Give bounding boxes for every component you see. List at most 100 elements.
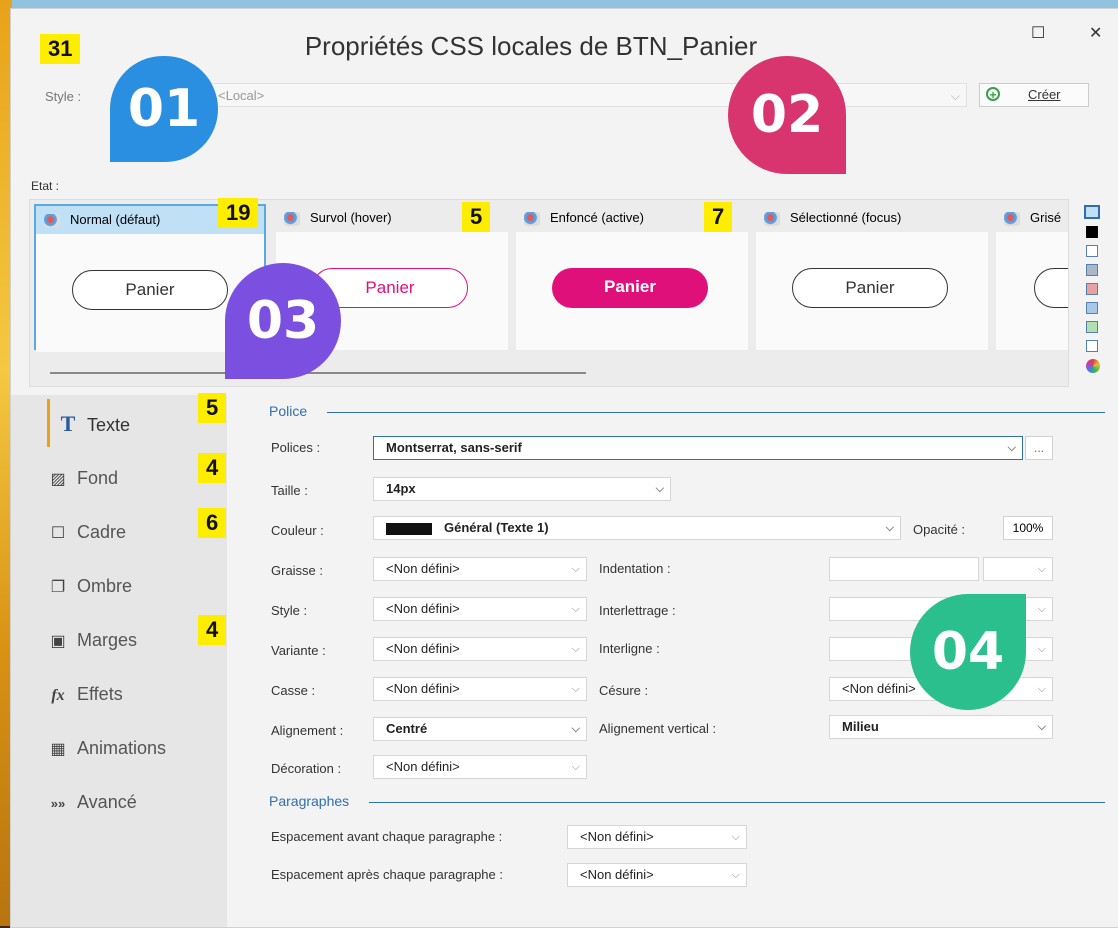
create-button-label: Créer <box>1028 87 1061 102</box>
cesure-label: Césure : <box>599 683 649 698</box>
font-more-button[interactable]: ... <box>1025 436 1053 460</box>
swatch-grey-icon[interactable] <box>1086 264 1098 276</box>
sidebar-item-effets[interactable]: fx Effets <box>47 679 123 709</box>
style-label: Style : <box>45 89 82 104</box>
style-font-label: Style : <box>271 603 308 618</box>
alignment-select[interactable]: Centré ⌵ <box>373 717 587 741</box>
sidebar-item-ombre[interactable]: ❐ Ombre <box>47 571 132 601</box>
sidebar-item-label: Avancé <box>77 792 137 812</box>
opacity-input[interactable]: 100% <box>1003 516 1053 540</box>
divider <box>369 802 1105 803</box>
spacing-after-label: Espacement après chaque paragraphe : <box>271 867 503 882</box>
annotation-badge-6: 6 <box>198 508 227 538</box>
decoration-select[interactable]: <Non défini> ⌵ <box>373 755 587 779</box>
state-disabled[interactable]: Grisé <box>996 204 1068 350</box>
chevron-down-icon: ⌵ <box>731 869 740 881</box>
indentation-label: Indentation : <box>599 561 671 576</box>
create-button[interactable]: + Créer <box>979 83 1089 107</box>
sidebar-item-fond[interactable]: ▨ Fond <box>47 463 118 493</box>
state-disabled-preview <box>996 232 1068 350</box>
palette-icon <box>764 211 780 226</box>
font-family-value: Montserrat, sans-serif <box>386 440 522 455</box>
sidebar: T Texte ▨ Fond ☐ Cadre ❐ Ombre ▣ Marges fx Eff… <box>11 395 227 927</box>
swatch-white-icon[interactable] <box>1086 245 1098 257</box>
swatch-green-icon[interactable] <box>1086 321 1098 333</box>
chevron-down-icon: ⌵ <box>571 643 580 655</box>
palette-icon <box>1004 211 1020 226</box>
state-disabled-title: Grisé <box>1030 210 1062 225</box>
variant-select[interactable]: <Non défini> ⌵ <box>373 637 587 661</box>
sidebar-item-label: Texte <box>87 415 131 435</box>
sidebar-item-label: Marges <box>77 630 138 650</box>
font-style-value: <Non défini> <box>386 601 460 616</box>
close-icon[interactable]: ✕ <box>1089 23 1102 43</box>
color-wheel-icon[interactable] <box>1086 359 1100 373</box>
annotation-badge-5-hover: 5 <box>462 202 491 232</box>
swatch-red-icon[interactable] <box>1086 283 1098 295</box>
view-mode-icon[interactable] <box>1084 205 1100 219</box>
annotation-badge-7: 7 <box>704 202 733 232</box>
spacing-before-value: <Non défini> <box>580 829 654 844</box>
spacing-before-label: Espacement avant chaque paragraphe : <box>271 829 503 844</box>
color-value: Général (Texte 1) <box>444 520 549 535</box>
align-vertical-label: Alignement vertical : <box>599 721 717 736</box>
font-size-select[interactable]: 14px ⌵ <box>373 477 671 501</box>
decoration-value: <Non défini> <box>386 759 460 774</box>
case-value: <Non défini> <box>386 681 460 696</box>
vertical-alignment-select[interactable]: Milieu ⌵ <box>829 715 1053 739</box>
swatch-blue-icon[interactable] <box>1086 302 1098 314</box>
weight-select[interactable]: <Non défini> ⌵ <box>373 557 587 581</box>
decoration-label: Décoration : <box>271 761 342 776</box>
sidebar-item-texte[interactable]: T Texte <box>57 409 130 439</box>
section-police-title: Police <box>269 403 308 419</box>
case-select[interactable]: <Non défini> ⌵ <box>373 677 587 701</box>
palette-icon <box>44 213 60 228</box>
sidebar-item-avance[interactable]: »» Avancé <box>47 787 137 817</box>
style-select[interactable]: <Local> ⌵ <box>211 83 967 107</box>
annotation-badge-19: 19 <box>218 198 259 228</box>
chevron-down-icon: ⌵ <box>655 483 664 495</box>
swatch-black-icon[interactable] <box>1086 226 1098 238</box>
spacing-after-select[interactable]: <Non défini> ⌵ <box>567 863 747 887</box>
annotation-badge-4-marges: 4 <box>198 615 227 645</box>
opacite-label: Opacité : <box>913 522 966 537</box>
sidebar-item-animations[interactable]: ▦ Animations <box>47 733 166 763</box>
maximize-icon[interactable]: ☐ <box>1031 23 1045 43</box>
state-label: Etat : <box>31 179 60 193</box>
chevron-down-icon: ⌵ <box>571 563 580 575</box>
state-focus-title: Sélectionné (focus) <box>790 210 902 225</box>
swatch-empty-icon[interactable] <box>1086 340 1098 352</box>
indentation-unit-select[interactable]: ⌵ <box>983 557 1053 581</box>
alignment-value: Centré <box>386 721 428 736</box>
chevron-down-icon: ⌵ <box>731 831 740 843</box>
spacing-before-select[interactable]: <Non défini> ⌵ <box>567 825 747 849</box>
style-select-value: <Local> <box>218 88 265 103</box>
annotation-badge-4-fond: 4 <box>198 453 227 483</box>
font-family-select[interactable]: Montserrat, sans-serif ⌵ <box>373 436 1023 460</box>
chevron-down-icon: ⌵ <box>950 89 960 103</box>
annotation-badge-31: 31 <box>40 34 81 64</box>
plus-icon: + <box>986 87 1000 101</box>
states-scrollbar[interactable] <box>50 372 586 374</box>
state-active-preview: Panier <box>516 232 748 350</box>
sidebar-item-cadre[interactable]: ☐ Cadre <box>47 517 126 547</box>
chevron-down-icon: ⌵ <box>1007 442 1016 454</box>
state-focus[interactable]: Sélectionné (focus) Panier <box>756 204 988 350</box>
sidebar-item-label: Effets <box>77 684 123 704</box>
color-swatch <box>386 522 432 535</box>
preview-button-disabled <box>1034 268 1068 308</box>
interligne-label: Interligne : <box>599 641 660 656</box>
sidebar-item-label: Cadre <box>77 522 127 542</box>
state-active-title: Enfoncé (active) <box>550 210 644 225</box>
preview-button-focus: Panier <box>792 268 948 308</box>
effects-icon: fx <box>51 687 65 704</box>
sidebar-item-marges[interactable]: ▣ Marges <box>47 625 137 655</box>
color-select[interactable]: Général (Texte 1) ⌵ <box>373 516 901 540</box>
font-style-select[interactable]: <Non défini> ⌵ <box>373 597 587 621</box>
sidebar-item-label: Ombre <box>77 576 133 596</box>
border-icon: ☐ <box>50 525 66 542</box>
variant-value: <Non défini> <box>386 641 460 656</box>
indentation-input[interactable] <box>829 557 979 581</box>
chevron-down-icon: ⌵ <box>1037 721 1046 733</box>
casse-label: Casse : <box>271 683 316 698</box>
